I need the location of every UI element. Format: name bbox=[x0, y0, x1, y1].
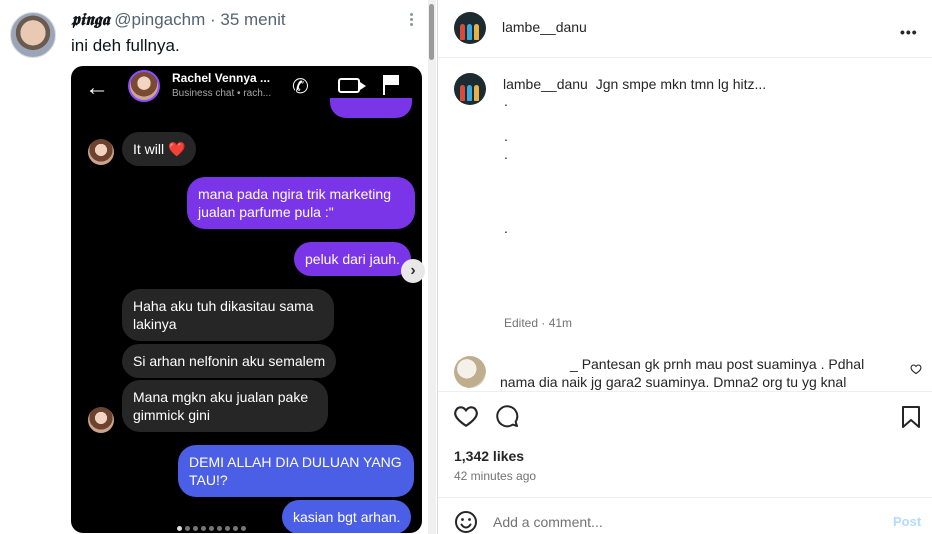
message-bubble-cutoff bbox=[330, 98, 412, 118]
caption-line: . bbox=[504, 146, 508, 162]
heart-emoji: ❤️ bbox=[168, 141, 186, 157]
comment-input[interactable] bbox=[493, 512, 873, 532]
sender-avatar bbox=[88, 139, 114, 165]
divider bbox=[438, 497, 932, 498]
message-bubble-outgoing: DEMI ALLAH DIA DULUAN YANG TAU!? bbox=[178, 445, 414, 497]
phone-icon: ✆ bbox=[292, 76, 309, 98]
tweet-media-chat-screenshot[interactable]: ← Rachel Vennya ... Business chat • rach… bbox=[71, 66, 422, 533]
carousel-next-icon[interactable]: › bbox=[401, 259, 425, 283]
carousel-dot[interactable] bbox=[241, 526, 246, 531]
chat-contact-avatar bbox=[128, 70, 160, 102]
carousel-dot[interactable] bbox=[177, 526, 182, 531]
tweet-author: 𝖕𝖎𝖓𝖌𝖆 @pingachm · 35 menit bbox=[71, 10, 286, 30]
caption-author-avatar[interactable] bbox=[454, 73, 486, 105]
sender-avatar bbox=[88, 407, 114, 433]
comment-like-heart-icon[interactable] bbox=[910, 363, 922, 375]
message-bubble-outgoing: kasian bgt arhan. bbox=[282, 500, 412, 533]
chat-contact-name: Rachel Vennya ... bbox=[172, 71, 271, 85]
carousel-pagination bbox=[177, 526, 246, 532]
divider bbox=[438, 391, 932, 392]
message-bubble-incoming: Si arhan nelfonin aku semalem bbox=[122, 344, 337, 378]
carousel-dot[interactable] bbox=[233, 526, 238, 531]
post-author-username[interactable]: lambe__danu bbox=[502, 19, 587, 35]
message-text: It will bbox=[133, 141, 165, 157]
caption-username[interactable]: lambe__danu bbox=[503, 76, 588, 92]
likes-count[interactable]: 1,342 likes bbox=[454, 448, 524, 464]
scrollbar-thumb[interactable] bbox=[429, 4, 434, 60]
carousel-dot[interactable] bbox=[185, 526, 190, 531]
tweet-separator: · bbox=[209, 10, 216, 29]
post-caption: lambe__danu Jgn smpe mkn tmn lg hitz... bbox=[503, 76, 766, 92]
tweet-time[interactable]: 35 menit bbox=[220, 10, 285, 29]
commenter-username[interactable]: _ bbox=[570, 356, 578, 372]
message-bubble-incoming: It will ❤️ bbox=[122, 132, 197, 166]
bookmark-icon[interactable] bbox=[901, 406, 921, 428]
message-bubble-incoming: Haha aku tuh dikasitau sama lakinya bbox=[122, 289, 334, 341]
more-options-icon[interactable]: ••• bbox=[900, 24, 918, 40]
tweet-display-name[interactable]: 𝖕𝖎𝖓𝖌𝖆 bbox=[71, 10, 110, 30]
flag-icon bbox=[383, 75, 399, 95]
carousel-dot[interactable] bbox=[201, 526, 206, 531]
instagram-post-panel: lambe__danu ••• lambe__danu Jgn smpe mkn… bbox=[437, 0, 932, 534]
tweet-handle[interactable]: @pingachm bbox=[114, 10, 205, 29]
tweet-text: ini deh fullnya. bbox=[71, 36, 180, 55]
comment-text: Pantesan gk prnh mau post suaminya . Pdh… bbox=[500, 356, 865, 390]
video-call-icon bbox=[338, 78, 366, 93]
caption-line: . bbox=[504, 220, 508, 236]
chat-contact-subtitle: Business chat • rach... bbox=[172, 88, 272, 99]
message-bubble-incoming: Mana mgkn aku jualan pake gimmick gini bbox=[122, 380, 328, 432]
emoji-icon[interactable] bbox=[454, 510, 478, 534]
comment-icon[interactable] bbox=[495, 404, 519, 428]
caption-line: . bbox=[504, 93, 508, 109]
carousel-dot[interactable] bbox=[209, 526, 214, 531]
carousel-dot[interactable] bbox=[225, 526, 230, 531]
message-bubble-outgoing: peluk dari jauh. bbox=[294, 242, 411, 276]
caption-text: Jgn smpe mkn tmn lg hitz... bbox=[595, 76, 767, 92]
caption-line: . bbox=[504, 128, 508, 144]
post-timestamp[interactable]: 42 minutes ago bbox=[454, 469, 536, 483]
tweet-author-avatar[interactable] bbox=[10, 12, 56, 58]
scrollbar-track[interactable] bbox=[428, 0, 436, 534]
back-arrow-icon: ← bbox=[85, 74, 109, 101]
message-bubble-outgoing: mana pada ngira trik marketing jualan pa… bbox=[187, 177, 415, 229]
commenter-avatar[interactable] bbox=[454, 356, 486, 388]
post-author-avatar[interactable] bbox=[454, 12, 486, 44]
more-options-icon[interactable] bbox=[405, 11, 417, 31]
post-comment-button[interactable]: Post bbox=[893, 514, 921, 529]
comment: _ Pantesan gk prnh mau post suaminya . P… bbox=[500, 355, 900, 391]
heart-icon[interactable] bbox=[453, 403, 479, 429]
carousel-dot[interactable] bbox=[217, 526, 222, 531]
post-edited-time: Edited · 41m bbox=[504, 316, 573, 330]
divider bbox=[438, 57, 932, 58]
tweet: 𝖕𝖎𝖓𝖌𝖆 @pingachm · 35 menit ini deh fulln… bbox=[0, 0, 436, 534]
carousel-dot[interactable] bbox=[193, 526, 198, 531]
